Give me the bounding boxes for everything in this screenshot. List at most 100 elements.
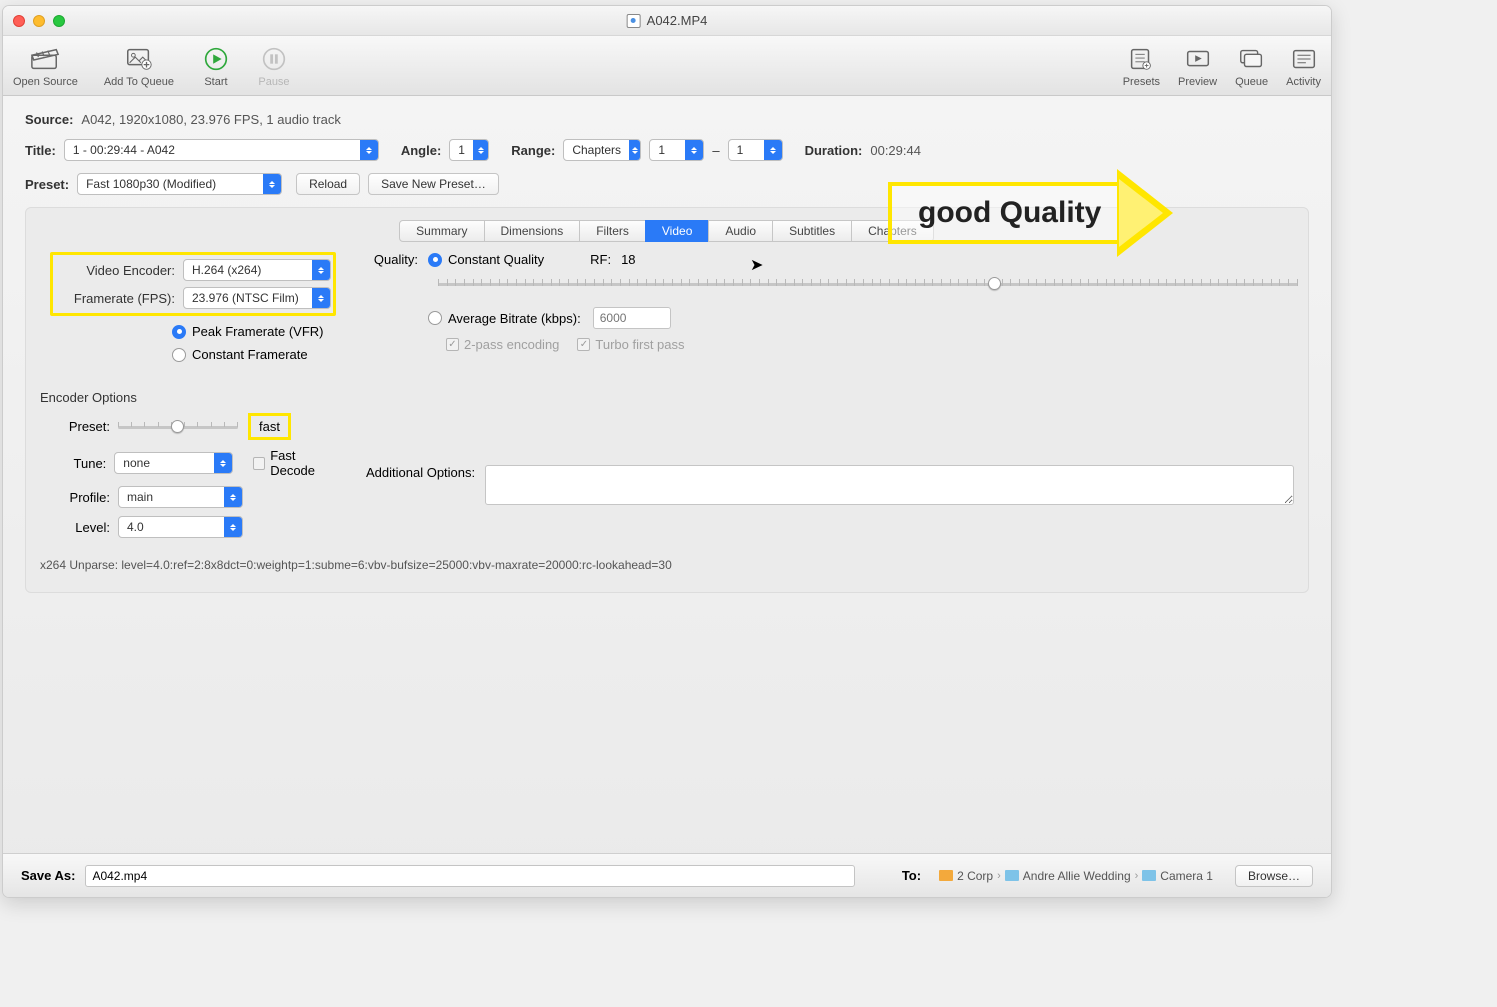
start-button[interactable]: Start	[200, 44, 232, 88]
toolbar: Open Source Add To Queue Start Pause	[3, 36, 1331, 96]
preset-speed-value: fast	[248, 413, 291, 440]
activity-icon	[1288, 44, 1320, 74]
profile-select[interactable]: main	[118, 486, 243, 508]
preset-slider[interactable]	[118, 418, 238, 436]
constant-framerate-radio[interactable]	[172, 348, 186, 362]
tune-select[interactable]: none	[114, 452, 232, 474]
pause-icon	[258, 44, 290, 74]
range-label: Range:	[511, 143, 555, 158]
constant-quality-label: Constant Quality	[448, 252, 544, 267]
range-type-select[interactable]: Chapters	[563, 139, 641, 161]
zoom-window-button[interactable]	[53, 15, 65, 27]
to-label: To:	[902, 868, 921, 883]
constant-quality-radio[interactable]	[428, 253, 442, 267]
tab-summary[interactable]: Summary	[399, 220, 484, 242]
angle-select[interactable]: 1	[449, 139, 489, 161]
open-source-button[interactable]: Open Source	[13, 44, 78, 88]
toolbar-label: Activity	[1286, 76, 1321, 88]
source-row: Source: A042, 1920x1080, 23.976 FPS, 1 a…	[25, 112, 1309, 127]
clapperboard-icon	[29, 44, 61, 74]
source-label: Source:	[25, 112, 73, 127]
level-label: Level:	[40, 520, 110, 535]
toolbar-label: Add To Queue	[104, 76, 174, 88]
turbo-first-pass-checkbox[interactable]	[577, 338, 590, 351]
save-new-preset-button[interactable]: Save New Preset…	[368, 173, 499, 195]
range-to-select[interactable]: 1	[728, 139, 783, 161]
activity-button[interactable]: Activity	[1286, 44, 1321, 88]
tab-filters[interactable]: Filters	[579, 220, 646, 242]
quality-slider[interactable]	[438, 275, 1298, 293]
level-select[interactable]: 4.0	[118, 516, 243, 538]
queue-button[interactable]: Queue	[1235, 44, 1268, 88]
rf-label: RF:	[590, 252, 611, 267]
two-pass-checkbox[interactable]	[446, 338, 459, 351]
document-icon	[627, 14, 641, 28]
preview-button[interactable]: Preview	[1178, 44, 1217, 88]
turbo-first-pass-label: Turbo first pass	[595, 337, 684, 352]
app-window: A042.MP4 Open Source Add To Queue	[2, 5, 1332, 898]
preset-select[interactable]: Fast 1080p30 (Modified)	[77, 173, 282, 195]
titlebar: A042.MP4	[3, 6, 1331, 36]
additional-options-input[interactable]	[485, 465, 1294, 505]
toolbar-label: Pause	[258, 76, 289, 88]
presets-button[interactable]: Presets	[1123, 44, 1160, 88]
presets-icon	[1125, 44, 1157, 74]
toolbar-label: Presets	[1123, 76, 1160, 88]
save-as-label: Save As:	[21, 868, 75, 883]
peak-framerate-label: Peak Framerate (VFR)	[192, 324, 323, 339]
folder-icon	[939, 870, 953, 881]
play-icon	[200, 44, 232, 74]
folder-icon	[1005, 870, 1019, 881]
add-to-queue-button[interactable]: Add To Queue	[104, 44, 174, 88]
range-from-select[interactable]: 1	[649, 139, 704, 161]
angle-label: Angle:	[401, 143, 441, 158]
close-window-button[interactable]	[13, 15, 25, 27]
title-label: Title:	[25, 143, 56, 158]
two-pass-label: 2-pass encoding	[464, 337, 559, 352]
bottombar: Save As: To: 2 Corp› Andre Allie Wedding…	[3, 853, 1331, 897]
folder-icon	[1142, 870, 1156, 881]
tab-video[interactable]: Video	[645, 220, 709, 242]
average-bitrate-radio[interactable]	[428, 311, 442, 325]
duration-value: 00:29:44	[870, 143, 921, 158]
additional-options-label: Additional Options:	[366, 465, 475, 480]
toolbar-label: Start	[204, 76, 227, 88]
toolbar-label: Open Source	[13, 76, 78, 88]
duration-label: Duration:	[805, 143, 863, 158]
browse-button[interactable]: Browse…	[1235, 865, 1313, 887]
queue-icon	[1236, 44, 1268, 74]
quality-label: Quality:	[368, 252, 418, 267]
fast-decode-label: Fast Decode	[270, 448, 340, 478]
reload-button[interactable]: Reload	[296, 173, 360, 195]
tab-audio[interactable]: Audio	[708, 220, 773, 242]
tab-subtitles[interactable]: Subtitles	[772, 220, 852, 242]
framerate-select[interactable]: 23.976 (NTSC Film)	[183, 287, 331, 309]
window-title: A042.MP4	[647, 13, 708, 28]
framerate-label: Framerate (FPS):	[55, 291, 175, 306]
constant-framerate-label: Constant Framerate	[192, 347, 308, 362]
toolbar-label: Queue	[1235, 76, 1268, 88]
video-encoder-select[interactable]: H.264 (x264)	[183, 259, 331, 281]
peak-framerate-radio[interactable]	[172, 325, 186, 339]
tune-label: Tune:	[40, 456, 106, 471]
preset-slider-label: Preset:	[40, 419, 110, 434]
average-bitrate-label: Average Bitrate (kbps):	[448, 311, 581, 326]
minimize-window-button[interactable]	[33, 15, 45, 27]
image-plus-icon	[123, 44, 155, 74]
main-panel: Summary Dimensions Filters Video Audio S…	[25, 207, 1309, 593]
rf-value: 18	[621, 252, 635, 267]
preset-label: Preset:	[25, 177, 69, 192]
encoder-options-heading: Encoder Options	[40, 390, 1294, 405]
breadcrumb[interactable]: 2 Corp› Andre Allie Wedding› Camera 1	[939, 869, 1213, 883]
tab-chapters[interactable]: Chapters	[851, 220, 934, 242]
fast-decode-checkbox[interactable]	[253, 457, 265, 470]
save-as-input[interactable]	[85, 865, 855, 887]
video-encoder-label: Video Encoder:	[55, 263, 175, 278]
average-bitrate-input[interactable]	[593, 307, 671, 329]
toolbar-label: Preview	[1178, 76, 1217, 88]
profile-label: Profile:	[40, 490, 110, 505]
x264-unparse: x264 Unparse: level=4.0:ref=2:8x8dct=0:w…	[40, 558, 1294, 572]
pause-button[interactable]: Pause	[258, 44, 290, 88]
title-select[interactable]: 1 - 00:29:44 - A042	[64, 139, 379, 161]
tab-dimensions[interactable]: Dimensions	[484, 220, 581, 242]
